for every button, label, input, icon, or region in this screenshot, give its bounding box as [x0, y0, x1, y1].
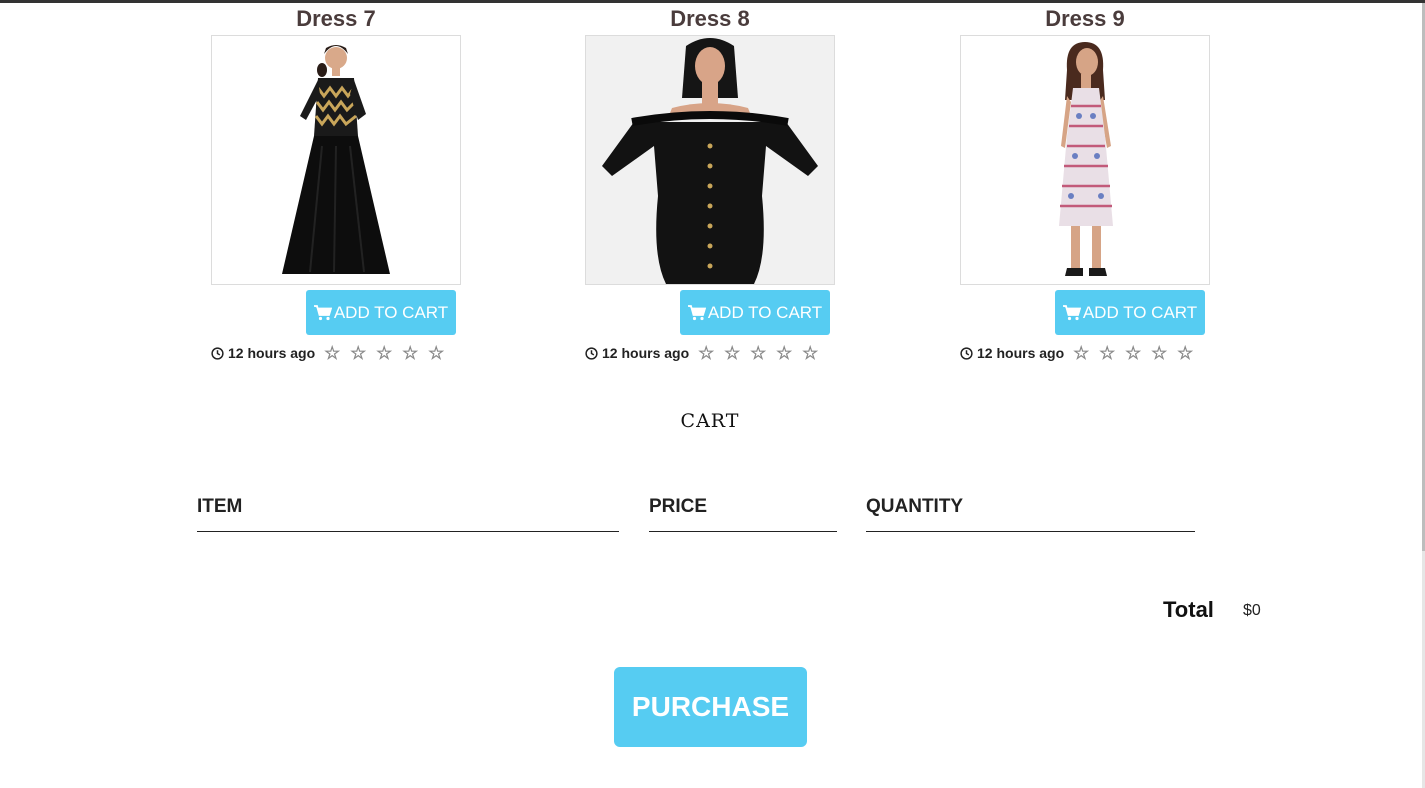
add-to-cart-label: ADD TO CART — [707, 302, 823, 322]
product-title: Dress 7 — [296, 6, 376, 31]
star-icon[interactable]: ☆ — [1094, 344, 1120, 362]
star-icon[interactable]: ☆ — [745, 344, 771, 362]
add-to-cart-label: ADD TO CART — [333, 302, 449, 322]
cart-column-quantity: QUANTITY — [866, 496, 1195, 532]
star-icon[interactable]: ☆ — [1172, 344, 1198, 362]
star-icon[interactable]: ☆ — [693, 344, 719, 362]
star-rating[interactable]: ☆ ☆ ☆ ☆ ☆ — [319, 344, 449, 362]
star-rating[interactable]: ☆ ☆ ☆ ☆ ☆ — [1068, 344, 1198, 362]
dress-halter-image — [1059, 42, 1113, 276]
add-to-cart-button[interactable]: ADD TO CART — [1055, 290, 1205, 335]
add-to-cart-button[interactable]: ADD TO CART — [680, 290, 830, 335]
star-icon[interactable]: ☆ — [397, 344, 423, 362]
star-icon[interactable]: ☆ — [423, 344, 449, 362]
star-icon[interactable]: ☆ — [797, 344, 823, 362]
star-icon[interactable]: ☆ — [1120, 344, 1146, 362]
cart-total-label: Total — [1163, 597, 1214, 622]
star-icon[interactable]: ☆ — [771, 344, 797, 362]
star-rating[interactable]: ☆ ☆ ☆ ☆ ☆ — [693, 344, 823, 362]
clock-icon — [211, 346, 224, 360]
product-photo — [585, 35, 835, 285]
add-to-cart-button[interactable]: ADD TO CART — [306, 290, 456, 335]
add-to-cart-label: ADD TO CART — [1082, 302, 1198, 322]
top-border — [0, 0, 1425, 3]
product-title: Dress 9 — [1045, 6, 1125, 31]
star-icon[interactable]: ☆ — [1068, 344, 1094, 362]
product-meta: 12 hours ago ☆ ☆ ☆ ☆ ☆ — [960, 344, 1198, 362]
cart-column-price: PRICE — [649, 496, 837, 532]
cart-title: CART — [680, 410, 740, 432]
clock-icon — [585, 346, 598, 360]
cart-icon — [313, 304, 332, 320]
product-time: 12 hours ago — [602, 345, 690, 361]
star-icon[interactable]: ☆ — [371, 344, 397, 362]
dress-gown-image — [282, 45, 390, 274]
product-photo — [960, 35, 1210, 285]
product-time: 12 hours ago — [977, 345, 1065, 361]
cart-column-item: ITEM — [197, 496, 619, 532]
purchase-button[interactable]: PURCHASE — [614, 667, 807, 747]
star-icon[interactable]: ☆ — [1146, 344, 1172, 362]
product-photo — [211, 35, 461, 285]
product-meta: 12 hours ago ☆ ☆ ☆ ☆ ☆ — [211, 344, 449, 362]
product-title: Dress 8 — [670, 6, 750, 31]
clock-icon — [960, 346, 973, 360]
star-icon[interactable]: ☆ — [319, 344, 345, 362]
product-meta: 12 hours ago ☆ ☆ ☆ ☆ ☆ — [585, 344, 823, 362]
star-icon[interactable]: ☆ — [719, 344, 745, 362]
cart-total-value: $0 — [1243, 602, 1261, 619]
cart-icon — [687, 304, 706, 320]
star-icon[interactable]: ☆ — [345, 344, 371, 362]
cart-icon — [1062, 304, 1081, 320]
dress-bodycon-image — [602, 38, 818, 284]
product-time: 12 hours ago — [228, 345, 316, 361]
